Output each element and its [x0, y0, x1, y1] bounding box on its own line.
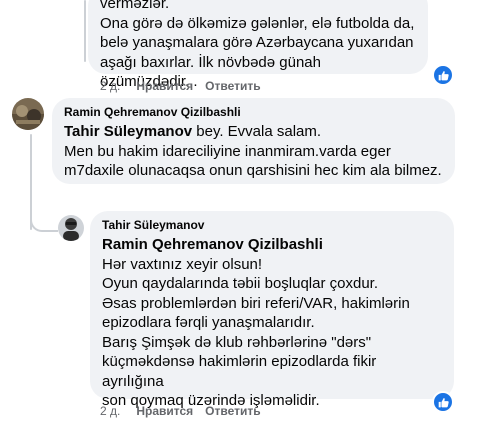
- comment-line: Tahir Süleymanov bey. Evvala salam.: [64, 122, 443, 142]
- reply-button[interactable]: Ответить: [205, 79, 260, 93]
- comment-line: verməzlər.: [100, 0, 170, 12]
- comment-line: Oyun qaydalarında təbii boşluqlar çoxdur…: [102, 275, 379, 292]
- like-button[interactable]: Нравится: [136, 79, 193, 93]
- like-badge: [432, 391, 454, 413]
- thumbs-up-icon: [438, 397, 449, 407]
- mention-link[interactable]: Ramin Qehremanov Qizilbashli: [102, 235, 442, 255]
- comment-author[interactable]: Ramin Qehremanov Qizilbashli: [64, 105, 443, 120]
- comment-line: epizodlara fərqli yanaşmalarıdır.: [102, 314, 315, 331]
- like-button[interactable]: Нравится: [136, 404, 193, 418]
- comment-bubble-top: verməzlər. Ona görə də ölkəmizə gələnlər…: [88, 0, 428, 90]
- comment-line: Men bu hakim idareciliyine inanmiram.var…: [64, 142, 391, 160]
- thread-elbow-ramin: [30, 190, 58, 232]
- comment-line: Ona görə də ölkəmizə gələnlər, elə futbo…: [100, 14, 415, 32]
- comment-timestamp[interactable]: 2 д.: [100, 79, 120, 93]
- thread-line-main: [84, 0, 86, 62]
- comment-author[interactable]: Tahir Süleymanov: [102, 218, 442, 233]
- thumbs-up-icon: [438, 70, 449, 80]
- comment-actions-top: 2 д. Нравится Ответить: [100, 78, 273, 94]
- avatar-ramin[interactable]: [12, 98, 44, 130]
- reply-button[interactable]: Ответить: [205, 404, 260, 418]
- like-badge: [432, 64, 454, 86]
- comment-line: m7daxile olunacaqsa onun qarshisini hec …: [64, 162, 442, 179]
- mention-link[interactable]: Tahir Süleymanov: [64, 123, 192, 140]
- comment-line: Barış Şimşək də klub rəhbərlərinə "dərs": [102, 333, 372, 351]
- comment-text: bey. Evvala salam.: [192, 123, 322, 140]
- comment-line: küçməkdənsə hakimlərin epizodlarda fikir…: [102, 353, 377, 390]
- comment-bubble-tahir: Tahir Süleymanov Ramin Qehremanov Qizilb…: [90, 211, 454, 409]
- avatar-tahir[interactable]: [58, 215, 84, 241]
- comment-actions-tahir: 2 д. Нравится Ответить: [100, 403, 273, 419]
- user-avatar: [12, 98, 44, 130]
- comment-line: belə yanaşmalara görə Azərbaycana yuxarı…: [100, 34, 414, 51]
- user-avatar: [58, 215, 84, 241]
- comment-line: Hər vaxtınız xeyir olsun!: [102, 255, 263, 273]
- comment-line: Əsas problemlərdən biri referi/VAR, haki…: [102, 294, 410, 312]
- comment-timestamp[interactable]: 2 д.: [100, 404, 120, 418]
- comment-bubble-ramin: Ramin Qehremanov Qizilbashli Tahir Süley…: [52, 98, 455, 184]
